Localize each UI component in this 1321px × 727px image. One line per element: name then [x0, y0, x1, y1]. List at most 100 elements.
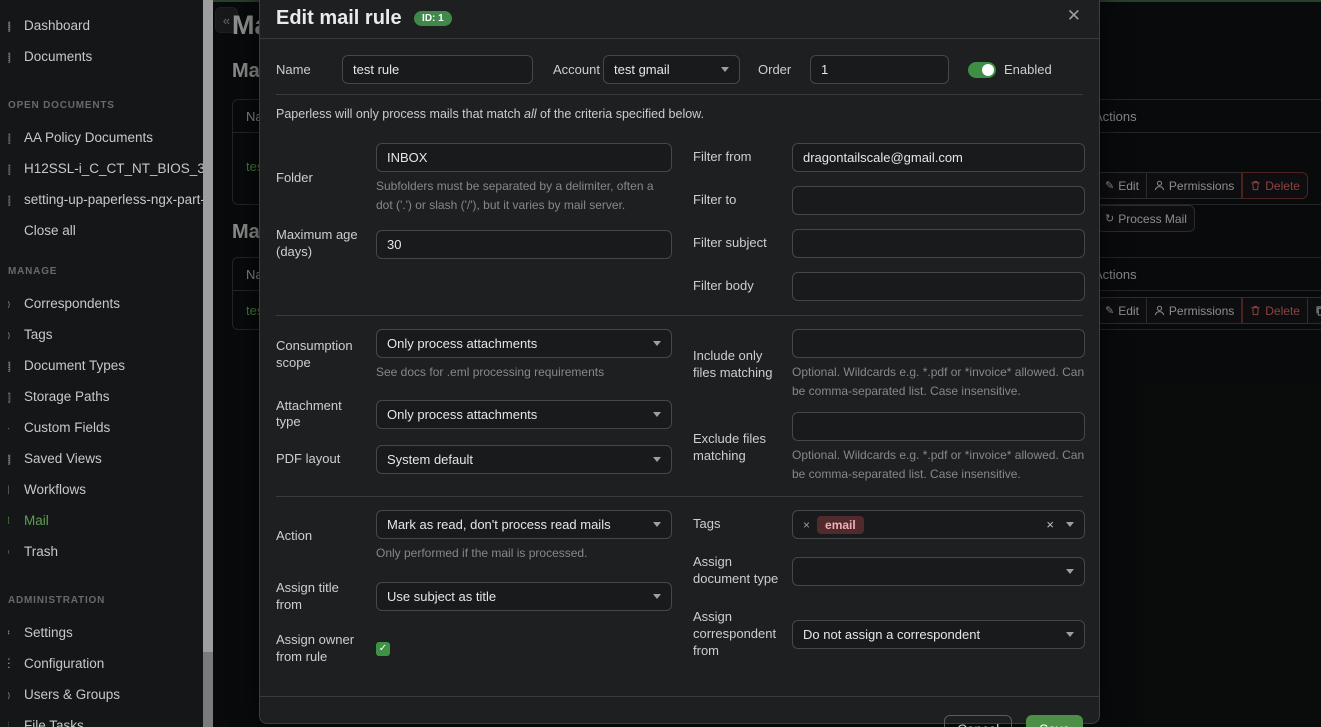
tag-remove-icon[interactable]: ×	[803, 518, 810, 532]
sidebar-section-open-documents: OPEN DOCUMENTS	[0, 96, 203, 116]
max-age-input[interactable]	[376, 230, 672, 259]
account-select[interactable]: test gmail	[603, 55, 740, 84]
toggle-knob	[982, 64, 994, 76]
cancel-button[interactable]: Cancel	[944, 715, 1012, 727]
sidebar-section-manage: MANAGE	[0, 262, 203, 282]
exclude-files-field: Exclude files matching Optional. Wildcar…	[693, 412, 1085, 483]
sidebar-item-documents[interactable]: ▤ Documents	[0, 41, 203, 72]
pdf-layout-field: PDF layout System default	[276, 445, 672, 474]
sidebar-item-label: Settings	[24, 625, 73, 640]
dialog-title: Edit mail rule	[276, 7, 402, 29]
divider	[276, 94, 1083, 95]
sidebar-item-open-doc-2[interactable]: ▣ H12SSL-i_C_CT_NT_BIOS_3.3_rele...	[0, 153, 203, 184]
assign-owner-label: Assign owner from rule	[276, 632, 376, 666]
sidebar-item-storage-paths[interactable]: ▥ Storage Paths	[0, 381, 203, 412]
configuration-icon: ☰	[8, 656, 15, 672]
enabled-toggle[interactable]	[968, 62, 996, 78]
assign-correspondent-label: Assign correspondent from	[693, 609, 792, 660]
attachment-type-field: Attachment type Only process attachments	[276, 398, 672, 432]
filter-subject-field: Filter subject	[693, 229, 1085, 258]
include-files-hint: Optional. Wildcards e.g. *.pdf or *invoi…	[792, 363, 1085, 400]
sidebar-item-document-types[interactable]: ▤ Document Types	[0, 350, 203, 381]
sidebar-item-label: Trash	[24, 544, 58, 559]
pdf-layout-select[interactable]: System default	[376, 445, 672, 474]
assign-doc-type-select[interactable]	[792, 557, 1085, 586]
sidebar-item-label: setting-up-paperless-ngx-part-one	[24, 192, 203, 207]
sidebar-item-users-groups[interactable]: ◉ Users & Groups	[0, 679, 203, 710]
sidebar-section-administration: ADMINISTRATION	[0, 591, 203, 611]
chevron-down-icon	[1066, 569, 1074, 574]
sidebar-item-label: Custom Fields	[24, 420, 110, 435]
chevron-down-icon	[653, 457, 661, 462]
general-row: Name Account test gmail Order Enabled	[276, 55, 1083, 84]
chevron-down-icon	[653, 594, 661, 599]
sidebar-item-file-tasks[interactable]: ≣ File Tasks	[0, 710, 203, 727]
open-document-icon: ▣	[8, 130, 15, 146]
assign-correspondent-field: Assign correspondent from Do not assign …	[693, 609, 1085, 660]
dashboard-icon: ▦	[8, 18, 15, 34]
sidebar-item-open-doc-1[interactable]: ▣ AA Policy Documents	[0, 122, 203, 153]
tags-field: Tags × email ×	[693, 510, 1085, 539]
storage-paths-icon: ▥	[8, 389, 15, 405]
filter-body-input[interactable]	[792, 272, 1085, 301]
sidebar-item-dashboard[interactable]: ▦ Dashboard	[0, 10, 203, 41]
sidebar-item-label: File Tasks	[24, 718, 84, 727]
filter-subject-input[interactable]	[792, 229, 1085, 258]
close-icon[interactable]: ✕	[1067, 7, 1081, 24]
filter-body-label: Filter body	[693, 278, 792, 295]
save-button[interactable]: Save	[1026, 715, 1083, 727]
assign-correspondent-select[interactable]: Do not assign a correspondent	[792, 620, 1085, 649]
filter-from-input[interactable]	[792, 143, 1085, 172]
sidebar-item-custom-fields[interactable]: ◈ Custom Fields	[0, 412, 203, 443]
name-input[interactable]	[342, 55, 533, 84]
assign-owner-checkbox[interactable]: ✓	[376, 642, 390, 656]
assign-title-label: Assign title from	[276, 580, 376, 614]
action-select[interactable]: Mark as read, don't process read mails	[376, 510, 672, 539]
sidebar-item-correspondents[interactable]: ◉ Correspondents	[0, 288, 203, 319]
divider	[276, 496, 1083, 497]
sidebar-item-label: Documents	[24, 49, 92, 64]
scrollbar-thumb[interactable]	[203, 0, 213, 652]
name-label: Name	[276, 62, 342, 77]
sidebar-item-configuration[interactable]: ☰ Configuration	[0, 648, 203, 679]
assign-title-select[interactable]: Use subject as title	[376, 582, 672, 611]
sidebar-item-open-doc-3[interactable]: ▣ setting-up-paperless-ngx-part-one	[0, 184, 203, 215]
action-hint: Only performed if the mail is processed.	[376, 544, 672, 563]
folder-input[interactable]	[376, 143, 672, 172]
tags-select[interactable]: × email ×	[792, 510, 1085, 539]
sidebar-item-mail[interactable]: ✉ Mail	[0, 505, 203, 536]
users-groups-icon: ◉	[8, 687, 15, 703]
filter-to-field: Filter to	[693, 186, 1085, 215]
sidebar-scrollbar[interactable]	[203, 0, 213, 727]
attachment-type-select[interactable]: Only process attachments	[376, 400, 672, 429]
filter-to-input[interactable]	[792, 186, 1085, 215]
clear-icon[interactable]: ×	[1046, 517, 1054, 532]
sidebar-item-label: AA Policy Documents	[24, 130, 153, 145]
divider	[276, 315, 1083, 316]
exclude-files-input[interactable]	[792, 412, 1085, 441]
order-label: Order	[758, 62, 810, 77]
consumption-scope-select[interactable]: Only process attachments	[376, 329, 672, 358]
tags-icon: ◎	[8, 327, 15, 343]
enabled-label: Enabled	[1004, 62, 1052, 77]
workflows-icon: ⊞	[8, 482, 15, 498]
sidebar-item-trash[interactable]: ⊘ Trash	[0, 536, 203, 567]
sidebar-item-tags[interactable]: ◎ Tags	[0, 319, 203, 350]
sidebar-item-saved-views[interactable]: ▦ Saved Views	[0, 443, 203, 474]
include-files-input[interactable]	[792, 329, 1085, 358]
assign-owner-field: Assign owner from rule ✓	[276, 632, 672, 666]
sidebar-item-workflows[interactable]: ⊞ Workflows	[0, 474, 203, 505]
folder-field: Folder Subfolders must be separated by a…	[276, 143, 672, 214]
sidebar-item-settings[interactable]: ⚙ Settings	[0, 617, 203, 648]
edit-mail-rule-dialog: Edit mail rule ID: 1 ✕ Name Account test…	[259, 0, 1100, 724]
order-input[interactable]	[810, 55, 949, 84]
chevron-down-icon	[1066, 632, 1074, 637]
open-document-icon: ▣	[8, 192, 15, 208]
sidebar-item-label: Correspondents	[24, 296, 120, 311]
sidebar-item-label: Mail	[24, 513, 49, 528]
sidebar-item-close-all[interactable]: ✕ Close all	[0, 215, 203, 246]
assign-title-field: Assign title from Use subject as title	[276, 580, 672, 614]
chevron-down-icon	[721, 67, 729, 72]
max-age-label: Maximum age (days)	[276, 227, 376, 261]
filter-from-label: Filter from	[693, 149, 792, 166]
